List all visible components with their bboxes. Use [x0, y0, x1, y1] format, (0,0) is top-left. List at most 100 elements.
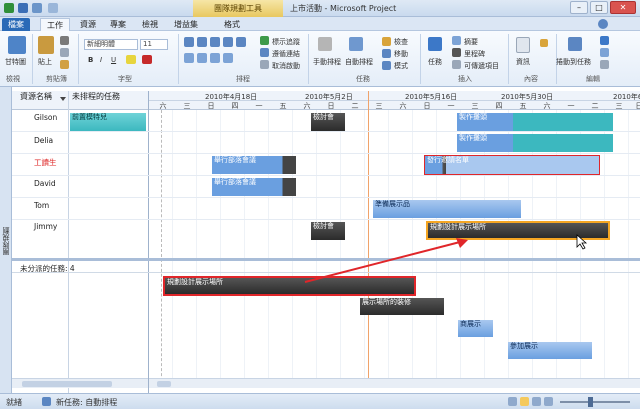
- zoom-slider-thumb[interactable]: [588, 397, 593, 407]
- percent-50-icon[interactable]: [210, 37, 220, 47]
- information-icon[interactable]: [516, 37, 530, 53]
- task-bar[interactable]: 參加展示: [508, 342, 592, 359]
- move-button[interactable]: 移動: [394, 49, 408, 59]
- outdent-icon[interactable]: [184, 53, 194, 63]
- inactivate-icon[interactable]: [260, 60, 269, 69]
- fill-icon[interactable]: [600, 60, 609, 69]
- bold-button[interactable]: B: [88, 56, 93, 64]
- resource-name[interactable]: Jimmy: [34, 222, 57, 231]
- mode-icon[interactable]: [382, 61, 391, 70]
- deliverable-icon[interactable]: [452, 60, 461, 69]
- task-bar[interactable]: 製作攤頭: [457, 134, 613, 152]
- task-bar[interactable]: 檢討會: [311, 113, 345, 131]
- font-size-combo[interactable]: 11: [140, 39, 168, 50]
- mode-button[interactable]: 模式: [394, 61, 408, 71]
- grid-horizontal-scrollbar[interactable]: [12, 378, 148, 388]
- task-bar[interactable]: 舉行部落會議: [212, 178, 296, 196]
- task-bar-overallocated[interactable]: 發行邀請名單: [424, 155, 600, 175]
- percent-25-icon[interactable]: [197, 37, 207, 47]
- help-icon[interactable]: [598, 19, 608, 29]
- summary-button[interactable]: 摘要: [464, 37, 478, 47]
- insert-task-icon[interactable]: [428, 37, 442, 51]
- customize-qat-icon[interactable]: [48, 3, 58, 13]
- tab-format[interactable]: 格式: [218, 18, 246, 31]
- percent-100-icon[interactable]: [236, 37, 246, 47]
- milestone-icon[interactable]: [452, 48, 461, 57]
- cut-icon[interactable]: [60, 36, 69, 45]
- find-icon[interactable]: [600, 36, 609, 45]
- resource-name[interactable]: Gilson: [34, 113, 57, 122]
- font-color-icon[interactable]: [142, 55, 152, 64]
- inspect-icon[interactable]: [382, 37, 391, 46]
- scroll-to-task-button[interactable]: 捲動到任務: [556, 57, 591, 67]
- tab-addins[interactable]: 增益集: [168, 18, 204, 31]
- gantt-chart-icon[interactable]: [8, 36, 26, 54]
- respect-links-icon[interactable]: [260, 48, 269, 57]
- clear-icon[interactable]: [600, 48, 609, 57]
- col-resource-name-header[interactable]: 資源名稱: [20, 91, 52, 102]
- view-normal-icon[interactable]: [508, 397, 517, 406]
- close-button[interactable]: ✕: [610, 1, 636, 14]
- task-bar[interactable]: 準備展示品: [373, 200, 521, 218]
- manual-schedule-icon[interactable]: [318, 37, 332, 51]
- tab-view[interactable]: 檢視: [136, 18, 164, 31]
- view-team-icon[interactable]: [544, 397, 553, 406]
- resource-name[interactable]: Delia: [34, 136, 53, 145]
- zoom-slider[interactable]: [560, 401, 630, 403]
- scrollbar-thumb[interactable]: [157, 381, 171, 387]
- inspect-button[interactable]: 檢查: [394, 37, 408, 47]
- paste-icon[interactable]: [38, 36, 54, 54]
- resource-name[interactable]: David: [34, 179, 56, 188]
- new-task-mode[interactable]: 新任務: 自動排程: [56, 397, 117, 408]
- mark-on-track-icon[interactable]: [260, 36, 269, 45]
- unlink-tasks-icon[interactable]: [223, 53, 233, 63]
- gantt-chart-button-label[interactable]: 甘特圖: [5, 57, 26, 67]
- task-bar[interactable]: 舉行部落會議: [212, 156, 296, 174]
- minimize-button[interactable]: –: [570, 1, 588, 14]
- notes-icon[interactable]: [540, 39, 548, 47]
- respect-links-button[interactable]: 遵循連結: [272, 49, 300, 59]
- format-painter-icon[interactable]: [60, 60, 69, 69]
- scroll-to-task-icon[interactable]: [568, 37, 582, 51]
- tab-resource[interactable]: 資源: [74, 18, 102, 31]
- inactivate-button[interactable]: 取消啟動: [272, 61, 300, 71]
- copy-icon[interactable]: [60, 48, 69, 57]
- indent-icon[interactable]: [197, 53, 207, 63]
- auto-schedule-button[interactable]: 自動排程: [345, 57, 373, 67]
- percent-75-icon[interactable]: [223, 37, 233, 47]
- percent-0-icon[interactable]: [184, 37, 194, 47]
- highlight-color-icon[interactable]: [126, 55, 136, 64]
- move-icon[interactable]: [382, 49, 391, 58]
- mark-on-track-button[interactable]: 標示追蹤: [272, 37, 300, 47]
- view-usage-icon[interactable]: [532, 397, 541, 406]
- chart-horizontal-scrollbar[interactable]: [149, 378, 640, 388]
- milestone-button[interactable]: 里程碑: [464, 49, 485, 59]
- undo-icon[interactable]: [32, 3, 42, 13]
- summary-icon[interactable]: [452, 36, 461, 45]
- insert-task-button[interactable]: 任務: [428, 57, 442, 67]
- auto-schedule-icon[interactable]: [349, 37, 363, 51]
- task-bar[interactable]: 前置模特兒: [70, 113, 146, 131]
- resource-name[interactable]: Tom: [34, 201, 49, 210]
- col-unscheduled-header[interactable]: 未排程的任務: [72, 91, 120, 102]
- paste-button-label[interactable]: 貼上: [38, 57, 52, 67]
- task-bar[interactable]: 製作攤頭: [457, 113, 613, 131]
- view-bar[interactable]: 團隊規劃: [0, 87, 12, 393]
- chevron-down-icon[interactable]: [60, 97, 66, 101]
- tab-task[interactable]: 工作: [40, 18, 70, 31]
- underline-button[interactable]: U: [111, 56, 116, 64]
- task-bar[interactable]: 展示場所的裝修: [360, 298, 444, 315]
- view-gantt-icon[interactable]: [520, 397, 529, 406]
- link-tasks-icon[interactable]: [210, 53, 220, 63]
- tab-file[interactable]: 檔案: [2, 18, 30, 31]
- italic-button[interactable]: I: [100, 56, 102, 64]
- tab-project[interactable]: 專案: [104, 18, 132, 31]
- font-name-combo[interactable]: 新細明體: [84, 39, 138, 50]
- manual-schedule-button[interactable]: 手動排程: [313, 57, 341, 67]
- scrollbar-thumb[interactable]: [22, 381, 112, 387]
- maximize-button[interactable]: □: [590, 1, 608, 14]
- information-button[interactable]: 資訊: [516, 57, 530, 67]
- task-bar[interactable]: 商展示: [458, 320, 493, 337]
- resource-name-overallocated[interactable]: 工讀生: [34, 157, 57, 168]
- save-icon[interactable]: [18, 3, 28, 13]
